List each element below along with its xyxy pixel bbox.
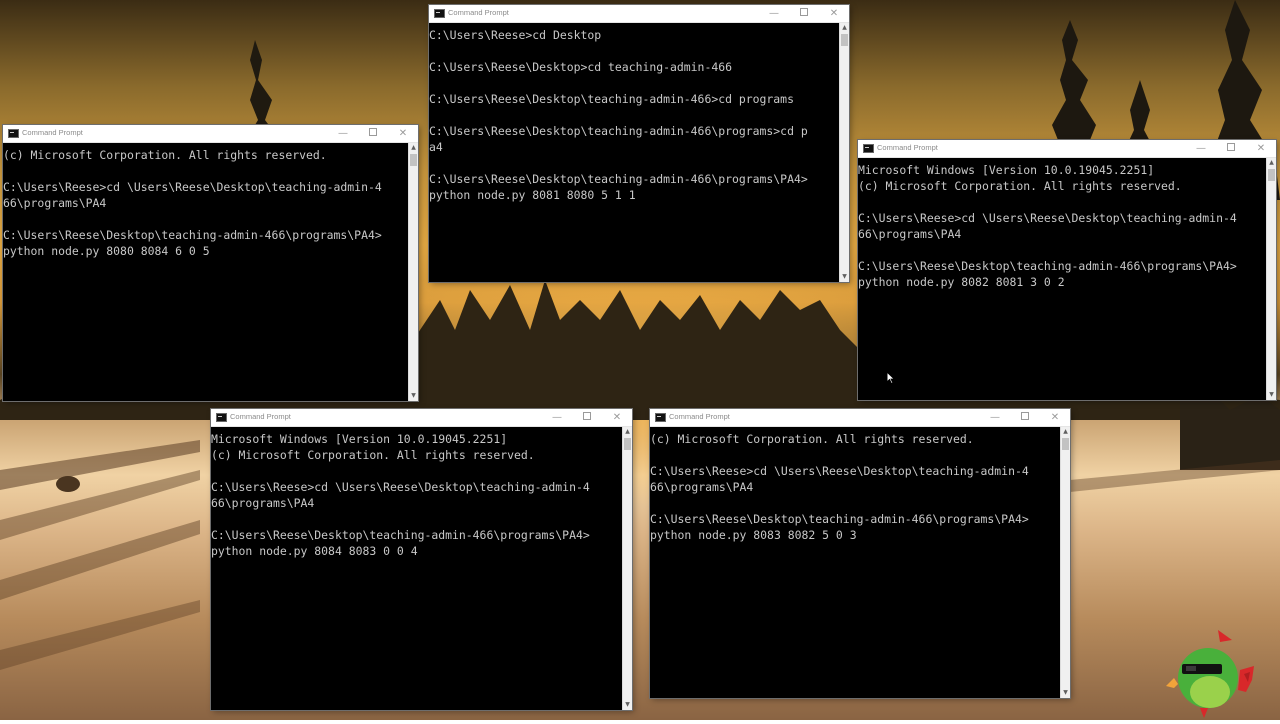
console-output[interactable]: C:\Users\Reese>cd Desktop C:\Users\Reese… xyxy=(429,23,839,282)
cmd-icon xyxy=(863,144,874,153)
scrollbar-thumb[interactable] xyxy=(1062,438,1069,450)
scroll-up-icon[interactable]: ▲ xyxy=(1267,158,1276,168)
maximize-button[interactable] xyxy=(358,125,388,142)
scroll-down-icon[interactable]: ▼ xyxy=(1267,390,1276,400)
console-output[interactable]: (c) Microsoft Corporation. All rights re… xyxy=(650,427,1060,698)
console-text: Microsoft Windows [Version 10.0.19045.22… xyxy=(211,432,590,558)
vertical-scrollbar[interactable]: ▲ ▼ xyxy=(839,23,849,282)
maximize-button[interactable] xyxy=(572,409,602,426)
vertical-scrollbar[interactable]: ▲ ▼ xyxy=(408,143,418,401)
window-title: Command Prompt xyxy=(448,8,509,17)
window-title: Command Prompt xyxy=(669,412,730,421)
console-text: (c) Microsoft Corporation. All rights re… xyxy=(650,432,1029,542)
minimize-button[interactable]: — xyxy=(328,125,358,142)
scroll-down-icon[interactable]: ▼ xyxy=(1061,688,1070,698)
scroll-up-icon[interactable]: ▲ xyxy=(623,427,632,437)
maximize-button[interactable] xyxy=(1010,409,1040,426)
minimize-button[interactable]: — xyxy=(980,409,1010,426)
scrollbar-thumb[interactable] xyxy=(624,438,631,450)
cmd-icon xyxy=(216,413,227,422)
window-title: Command Prompt xyxy=(230,412,291,421)
command-prompt-window-2[interactable]: Command Prompt — ✕ (c) Microsoft Corpora… xyxy=(3,125,418,401)
title-bar[interactable]: Command Prompt — ✕ xyxy=(858,140,1276,158)
title-bar[interactable]: Command Prompt — ✕ xyxy=(3,125,418,143)
vertical-scrollbar[interactable]: ▲ ▼ xyxy=(622,427,632,710)
close-button[interactable]: ✕ xyxy=(602,409,632,426)
command-prompt-window-3[interactable]: Command Prompt — ✕ Microsoft Windows [Ve… xyxy=(858,140,1276,400)
close-button[interactable]: ✕ xyxy=(1040,409,1070,426)
cmd-icon xyxy=(655,413,666,422)
scrollbar-thumb[interactable] xyxy=(1268,169,1275,181)
console-output[interactable]: Microsoft Windows [Version 10.0.19045.22… xyxy=(858,158,1266,400)
scrollbar-thumb[interactable] xyxy=(841,34,848,46)
scroll-up-icon[interactable]: ▲ xyxy=(409,143,418,153)
maximize-button[interactable] xyxy=(1216,140,1246,157)
cmd-icon xyxy=(434,9,445,18)
scroll-down-icon[interactable]: ▼ xyxy=(623,700,632,710)
console-output[interactable]: Microsoft Windows [Version 10.0.19045.22… xyxy=(211,427,622,710)
scroll-down-icon[interactable]: ▼ xyxy=(409,391,418,401)
maximize-icon xyxy=(583,412,591,420)
maximize-icon xyxy=(1227,143,1235,151)
vertical-scrollbar[interactable]: ▲ ▼ xyxy=(1060,427,1070,698)
window-title: Command Prompt xyxy=(22,128,83,137)
title-bar[interactable]: Command Prompt — ✕ xyxy=(211,409,632,427)
scrollbar-thumb[interactable] xyxy=(410,154,417,166)
minimize-button[interactable]: — xyxy=(542,409,572,426)
parrot-mascot-icon xyxy=(1160,620,1260,720)
command-prompt-window-1[interactable]: Command Prompt — ✕ C:\Users\Reese>cd Des… xyxy=(429,5,849,282)
command-prompt-window-4[interactable]: Command Prompt — ✕ Microsoft Windows [Ve… xyxy=(211,409,632,710)
console-text: Microsoft Windows [Version 10.0.19045.22… xyxy=(858,163,1237,289)
command-prompt-window-5[interactable]: Command Prompt — ✕ (c) Microsoft Corpora… xyxy=(650,409,1070,698)
console-text: (c) Microsoft Corporation. All rights re… xyxy=(3,148,382,258)
cmd-icon xyxy=(8,129,19,138)
vertical-scrollbar[interactable]: ▲ ▼ xyxy=(1266,158,1276,400)
scroll-up-icon[interactable]: ▲ xyxy=(1061,427,1070,437)
close-button[interactable]: ✕ xyxy=(819,5,849,22)
maximize-icon xyxy=(800,8,808,16)
title-bar[interactable]: Command Prompt — ✕ xyxy=(650,409,1070,427)
maximize-icon xyxy=(1021,412,1029,420)
minimize-button[interactable]: — xyxy=(759,5,789,22)
minimize-button[interactable]: — xyxy=(1186,140,1216,157)
scroll-down-icon[interactable]: ▼ xyxy=(840,272,849,282)
maximize-button[interactable] xyxy=(789,5,819,22)
window-title: Command Prompt xyxy=(877,143,938,152)
scroll-up-icon[interactable]: ▲ xyxy=(840,23,849,33)
console-output[interactable]: (c) Microsoft Corporation. All rights re… xyxy=(3,143,408,401)
console-text: C:\Users\Reese>cd Desktop C:\Users\Reese… xyxy=(429,28,808,202)
maximize-icon xyxy=(369,128,377,136)
close-button[interactable]: ✕ xyxy=(1246,140,1276,157)
close-button[interactable]: ✕ xyxy=(388,125,418,142)
title-bar[interactable]: Command Prompt — ✕ xyxy=(429,5,849,23)
